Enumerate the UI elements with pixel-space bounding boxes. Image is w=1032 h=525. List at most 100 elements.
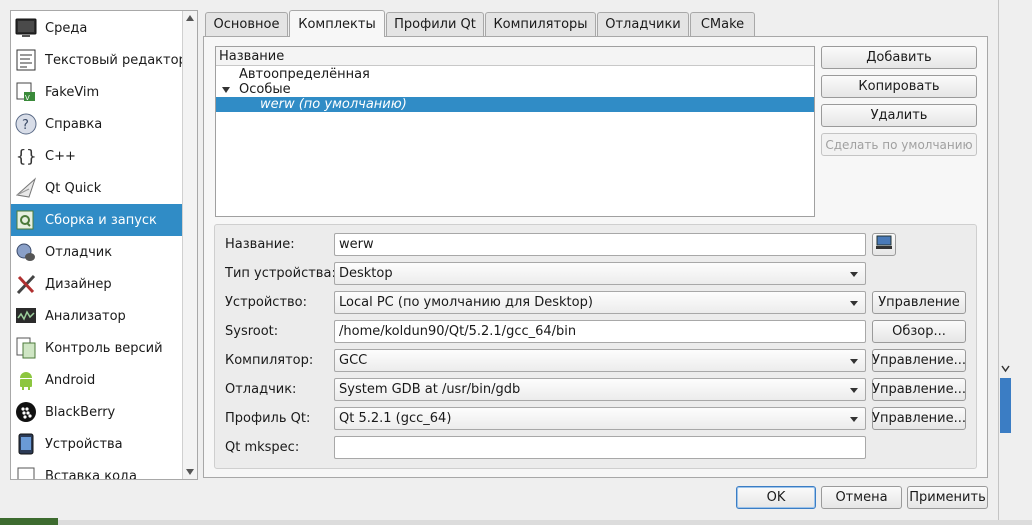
code-paste-icon — [15, 465, 37, 479]
tab-compilers[interactable]: Компиляторы — [485, 12, 596, 36]
sidebar-item-devices[interactable]: Устройства — [11, 428, 183, 460]
tab-label: Профили Qt — [394, 17, 476, 32]
device-value: Local PC (по умолчанию для Desktop) — [339, 295, 593, 310]
sidebar-item-build-run[interactable]: Сборка и запуск — [11, 204, 183, 236]
designer-icon — [15, 273, 37, 295]
tab-kits[interactable]: Комплекты — [289, 10, 385, 37]
tree-header-name[interactable]: Название — [216, 47, 814, 66]
device-type-value: Desktop — [339, 266, 393, 281]
tab-general[interactable]: Основное — [205, 12, 288, 36]
sidebar-scrollbar[interactable] — [182, 11, 197, 479]
sidebar-item-analyzer[interactable]: Анализатор — [11, 300, 183, 332]
cancel-button[interactable]: Отмена — [821, 486, 902, 509]
sidebar-item-label: Анализатор — [45, 308, 126, 324]
debugger-value: System GDB at /usr/bin/gdb — [339, 382, 521, 397]
remove-kit-button[interactable]: Удалить — [821, 104, 977, 127]
qtquick-icon — [15, 177, 37, 199]
qt-version-manage-button[interactable]: Управление... — [872, 407, 966, 430]
sidebar-item-label: C++ — [45, 148, 76, 164]
debugger-manage-button[interactable]: Управление... — [872, 378, 966, 401]
device-manage-button[interactable]: Управление — [872, 291, 966, 314]
apply-button[interactable]: Применить — [907, 486, 988, 509]
sidebar-item-qtquick[interactable]: Qt Quick — [11, 172, 183, 204]
help-icon: ? — [15, 113, 37, 135]
make-default-button[interactable]: Сделать по умолчанию — [821, 133, 977, 156]
tab-debuggers[interactable]: Отладчики — [597, 12, 689, 36]
outer-scroll-handle[interactable] — [1000, 378, 1011, 433]
scroll-down-arrow-icon[interactable] — [186, 469, 194, 475]
device-type-select[interactable]: Desktop — [334, 262, 866, 285]
tab-label: Комплекты — [298, 16, 376, 32]
device-label: Устройство: — [225, 295, 308, 310]
tab-cmake[interactable]: CMake — [690, 12, 755, 36]
sidebar-item-debugger[interactable]: Отладчик — [11, 236, 183, 268]
device-type-label: Тип устройства: — [225, 266, 336, 281]
outer-window-scrollbar[interactable] — [998, 0, 1032, 525]
sidebar-item-label: Справка — [45, 116, 103, 132]
dropdown-arrow-icon — [850, 417, 858, 422]
sysroot-label: Sysroot: — [225, 324, 279, 339]
debugger-label: Отладчик: — [225, 382, 297, 397]
name-field[interactable]: werw — [334, 233, 866, 256]
sidebar-item-label: Устройства — [45, 436, 123, 452]
compiler-select[interactable]: GCC — [334, 349, 866, 372]
sidebar-item-label: Отладчик — [45, 244, 113, 260]
sidebar-item-environment[interactable]: Среда — [11, 12, 183, 44]
tab-label: Отладчики — [605, 17, 681, 32]
device-select[interactable]: Local PC (по умолчанию для Desktop) — [334, 291, 866, 314]
tab-label: Основное — [213, 17, 280, 32]
analyzer-icon — [15, 305, 37, 327]
sidebar-item-version-control[interactable]: Контроль версий — [11, 332, 183, 364]
compiler-manage-button[interactable]: Управление... — [872, 349, 966, 372]
devices-icon — [15, 433, 37, 455]
kit-icon-button[interactable] — [872, 233, 896, 256]
sidebar-item-text-editor[interactable]: Текстовый редактор — [11, 44, 183, 76]
debugger-select[interactable]: System GDB at /usr/bin/gdb — [334, 378, 866, 401]
sysroot-field[interactable]: /home/koldun90/Qt/5.2.1/gcc_64/bin — [334, 320, 866, 343]
sidebar-item-label: Среда — [45, 20, 88, 36]
mkspec-field[interactable] — [334, 436, 866, 459]
svg-text:?: ? — [22, 118, 29, 133]
sidebar-item-help[interactable]: ? Справка — [11, 108, 183, 140]
text-editor-icon — [15, 49, 37, 71]
taskbar-corner — [0, 518, 58, 525]
sidebar-item-cpp[interactable]: {} C++ — [11, 140, 183, 172]
add-kit-button[interactable]: Добавить — [821, 46, 977, 69]
monitor-icon — [15, 17, 37, 39]
ok-button[interactable]: OK — [736, 486, 816, 509]
options-category-list[interactable]: Среда Текстовый редактор V FakeVim ? Спр… — [10, 10, 198, 480]
tab-label: Компиляторы — [493, 17, 588, 32]
qt-version-select[interactable]: Qt 5.2.1 (gcc_64) — [334, 407, 866, 430]
sidebar-item-label: Qt Quick — [45, 180, 102, 196]
compiler-label: Компилятор: — [225, 353, 314, 368]
sidebar-item-label: Текстовый редактор — [45, 52, 183, 68]
tab-qt-versions[interactable]: Профили Qt — [386, 12, 484, 36]
kits-tree[interactable]: Название Автоопределённая Особые werw (п… — [215, 46, 815, 217]
expand-arrow-icon[interactable] — [222, 87, 230, 93]
kit-details-panel — [214, 224, 977, 469]
fakevim-icon: V — [15, 81, 37, 103]
copy-kit-button[interactable]: Копировать — [821, 75, 977, 98]
qt-version-label: Профиль Qt: — [225, 411, 311, 426]
braces-icon: {} — [15, 145, 37, 167]
sysroot-browse-button[interactable]: Обзор... — [872, 320, 966, 343]
version-control-icon — [15, 337, 37, 359]
android-icon — [15, 369, 37, 391]
sidebar-item-designer[interactable]: Дизайнер — [11, 268, 183, 300]
sidebar-item-code-paste[interactable]: Вставка кода — [11, 460, 183, 479]
sidebar-item-label: Сборка и запуск — [45, 212, 157, 228]
tree-group-manual[interactable]: Особые — [216, 82, 814, 97]
outer-scroll-down-icon[interactable] — [1000, 362, 1011, 376]
taskbar-strip — [0, 520, 1032, 525]
category-items: Среда Текстовый редактор V FakeVim ? Спр… — [11, 11, 183, 479]
debugger-icon — [15, 241, 37, 263]
blackberry-icon — [15, 401, 37, 423]
sidebar-item-fakevim[interactable]: V FakeVim — [11, 76, 183, 108]
tree-item-kit[interactable]: werw (по умолчанию) — [216, 97, 814, 112]
sidebar-item-label: Дизайнер — [45, 276, 112, 292]
svg-text:V: V — [25, 94, 30, 102]
tree-group-auto[interactable]: Автоопределённая — [216, 67, 814, 82]
scroll-up-arrow-icon[interactable] — [186, 15, 194, 21]
sidebar-item-android[interactable]: Android — [11, 364, 183, 396]
sidebar-item-blackberry[interactable]: BlackBerry — [11, 396, 183, 428]
